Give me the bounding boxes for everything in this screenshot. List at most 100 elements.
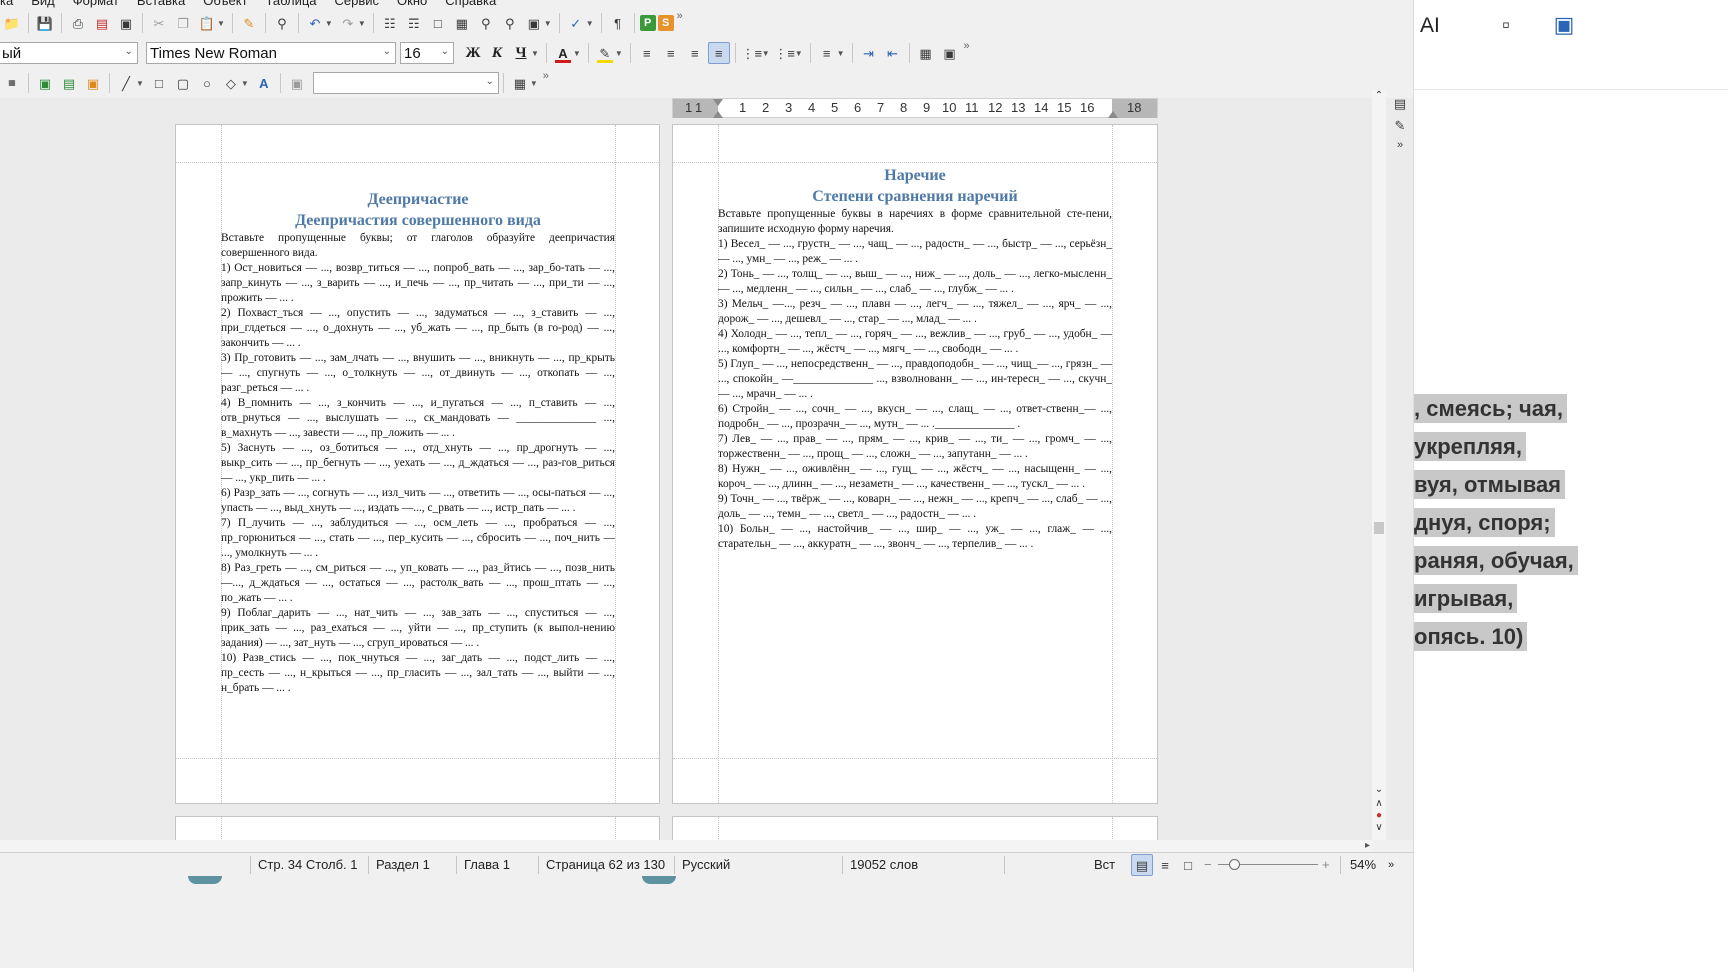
indent-marker-top[interactable] xyxy=(713,99,723,106)
copy-icon[interactable]: ❐ xyxy=(172,12,194,34)
increase-indent-icon[interactable]: ⇥ xyxy=(858,42,880,64)
save-icon[interactable]: 💾 xyxy=(34,12,56,34)
rectangle-icon[interactable]: □ xyxy=(148,72,170,94)
zoom-in-icon[interactable]: + xyxy=(1322,853,1334,877)
horizontal-ruler[interactable]: 1 1 1 2 3 4 5 6 7 8 9 10 11 12 13 14 15 xyxy=(672,98,1158,118)
menu-item-view[interactable]: Вид xyxy=(31,0,55,8)
bullet-list-icon[interactable]: ⋮≡ xyxy=(741,42,763,64)
font-color-dropdown-icon[interactable]: ▼ xyxy=(573,49,581,58)
spellcheck-icon[interactable]: ✓ xyxy=(565,12,587,34)
ole-object-icon[interactable]: ▦ xyxy=(1,72,23,94)
italic-button[interactable]: К xyxy=(486,42,508,64)
insert-header-icon[interactable]: ☷ xyxy=(379,12,401,34)
chevron-down-icon[interactable]: ⌄ xyxy=(485,76,493,87)
status-insert-mode[interactable]: Вст xyxy=(1094,853,1124,877)
ellipse-icon[interactable]: ○ xyxy=(196,72,218,94)
taskbar-icon[interactable] xyxy=(642,876,676,884)
redo-icon[interactable]: ↷ xyxy=(337,12,359,34)
highlight-icon[interactable]: ✎ xyxy=(594,42,616,64)
font-color-button[interactable]: A xyxy=(552,42,574,64)
scroll-right-icon[interactable]: ▸ xyxy=(1365,840,1370,851)
chevron-down-icon[interactable]: ⌄ xyxy=(441,46,449,57)
scrollbar-thumb[interactable] xyxy=(1374,522,1384,534)
prev-page-icon[interactable]: ∧ xyxy=(1372,798,1386,809)
right-indent-marker[interactable] xyxy=(1108,111,1118,118)
single-page-view-icon[interactable]: ▤ xyxy=(1131,854,1153,876)
indent-marker-bottom[interactable] xyxy=(713,111,723,118)
chevron-down-icon[interactable]: ⌄ xyxy=(125,46,133,57)
image-dropdown-icon[interactable]: ▼ xyxy=(544,19,552,28)
zoom-page-icon[interactable]: ⚲ xyxy=(499,12,521,34)
border-dropdown-icon[interactable]: ▼ xyxy=(530,79,538,88)
shapes-icon[interactable]: ◇ xyxy=(220,72,242,94)
menu-item-insert[interactable]: Вставка xyxy=(137,0,185,8)
align-center-icon[interactable]: ≡ xyxy=(660,42,682,64)
new-style-icon[interactable]: ▣ xyxy=(939,42,961,64)
highlight-dropdown-icon[interactable]: ▼ xyxy=(615,49,623,58)
border-icon[interactable]: ▦ xyxy=(509,72,531,94)
align-right-icon[interactable]: ≡ xyxy=(684,42,706,64)
status-page-count[interactable]: Страница 62 из 130 xyxy=(546,853,668,877)
outline-dropdown-icon[interactable]: ▼ xyxy=(837,49,845,58)
book-view-icon[interactable]: □ xyxy=(1177,854,1199,876)
numbered-list-dropdown-icon[interactable]: ▼ xyxy=(795,49,803,58)
page-left[interactable]: Деепричастие Деепричастия совершенного в… xyxy=(175,124,660,804)
page-next-left[interactable] xyxy=(175,816,660,840)
next-page-icon[interactable]: ∨ xyxy=(1372,822,1386,833)
page-next-right[interactable] xyxy=(672,816,1158,840)
navigate-by-icon[interactable]: ● xyxy=(1372,810,1386,821)
styles-sidebar-icon[interactable]: ▦ xyxy=(915,42,937,64)
paste-icon[interactable]: 📋 xyxy=(196,12,218,34)
bold-button[interactable]: Ж xyxy=(462,42,484,64)
menu-item-table[interactable]: Таблица xyxy=(266,0,317,8)
name-combo[interactable]: ⌄ xyxy=(312,72,499,94)
sidebar-expand-icon[interactable]: » xyxy=(1389,134,1411,156)
line-icon[interactable]: ╱ xyxy=(115,72,137,94)
paragraph-style-combo[interactable]: ый ⌄ xyxy=(0,42,138,64)
menu-item-help[interactable]: Справка xyxy=(445,0,496,8)
properties-icon[interactable]: ▤ xyxy=(1389,92,1411,114)
redo-dropdown-icon[interactable]: ▼ xyxy=(358,19,366,28)
undo-dropdown-icon[interactable]: ▼ xyxy=(325,19,333,28)
decrease-indent-icon[interactable]: ⇤ xyxy=(882,42,904,64)
find-icon[interactable]: ⚲ xyxy=(271,12,293,34)
status-zoom-level[interactable]: 54% xyxy=(1350,853,1390,877)
menu-item-window[interactable]: Окно xyxy=(397,0,427,8)
multi-page-view-icon[interactable]: ≡ xyxy=(1154,854,1176,876)
status-language[interactable]: Русский xyxy=(682,853,842,877)
insert-image-icon[interactable]: ▣ xyxy=(523,12,545,34)
print-preview-icon[interactable]: ▣ xyxy=(115,12,137,34)
statusbar-overflow-icon[interactable]: » xyxy=(1388,853,1400,877)
rounded-rectangle-icon[interactable]: ▢ xyxy=(172,72,194,94)
scroll-down-icon[interactable]: ⌄ xyxy=(1372,784,1386,795)
cut-icon[interactable]: ✂ xyxy=(148,12,170,34)
status-word-count[interactable]: 19052 слов xyxy=(850,853,1000,877)
horizontal-scrollbar[interactable]: ▸ xyxy=(0,840,1372,852)
font-size-combo[interactable]: 16 ⌄ xyxy=(400,42,454,64)
menu-item-object[interactable]: Объект xyxy=(203,0,247,8)
insert-textbox-icon[interactable]: ▣ xyxy=(82,72,104,94)
menu-item-tools-partial[interactable]: ка xyxy=(0,0,13,8)
align-justify-icon[interactable]: ≡ xyxy=(707,42,730,64)
open-folder-icon[interactable]: 📁 xyxy=(1,12,23,34)
taskbar-icon[interactable] xyxy=(188,876,222,884)
status-chapter[interactable]: Глава 1 xyxy=(464,853,538,877)
bullet-list-dropdown-icon[interactable]: ▼ xyxy=(762,49,770,58)
chevron-down-icon[interactable]: ⌄ xyxy=(383,46,391,57)
extension-s-icon[interactable]: S xyxy=(657,15,674,31)
export-pdf-icon[interactable]: ▤ xyxy=(91,12,113,34)
styles-icon[interactable]: ✎ xyxy=(1389,114,1411,136)
insert-frame-icon[interactable]: □ xyxy=(427,12,449,34)
undo-icon[interactable]: ↶ xyxy=(304,12,326,34)
app-icon[interactable]: ▣ xyxy=(1553,14,1575,36)
clone-formatting-icon[interactable]: ✎ xyxy=(238,12,260,34)
zoom-out-icon[interactable]: − xyxy=(1204,853,1216,877)
menu-item-service[interactable]: Сервис xyxy=(335,0,380,8)
align-left-icon[interactable]: ≡ xyxy=(636,42,658,64)
font-name-combo[interactable]: Times New Roman ⌄ xyxy=(146,42,396,64)
document-area[interactable]: 1 1 1 2 3 4 5 6 7 8 9 10 11 12 13 14 15 xyxy=(0,98,1536,840)
insert-image-icon[interactable]: ▣ xyxy=(34,72,56,94)
chat-icon[interactable]: ▫ xyxy=(1495,14,1517,36)
paste-dropdown-icon[interactable]: ▼ xyxy=(217,19,225,28)
scroll-up-icon[interactable]: ⌃ xyxy=(1372,90,1386,101)
